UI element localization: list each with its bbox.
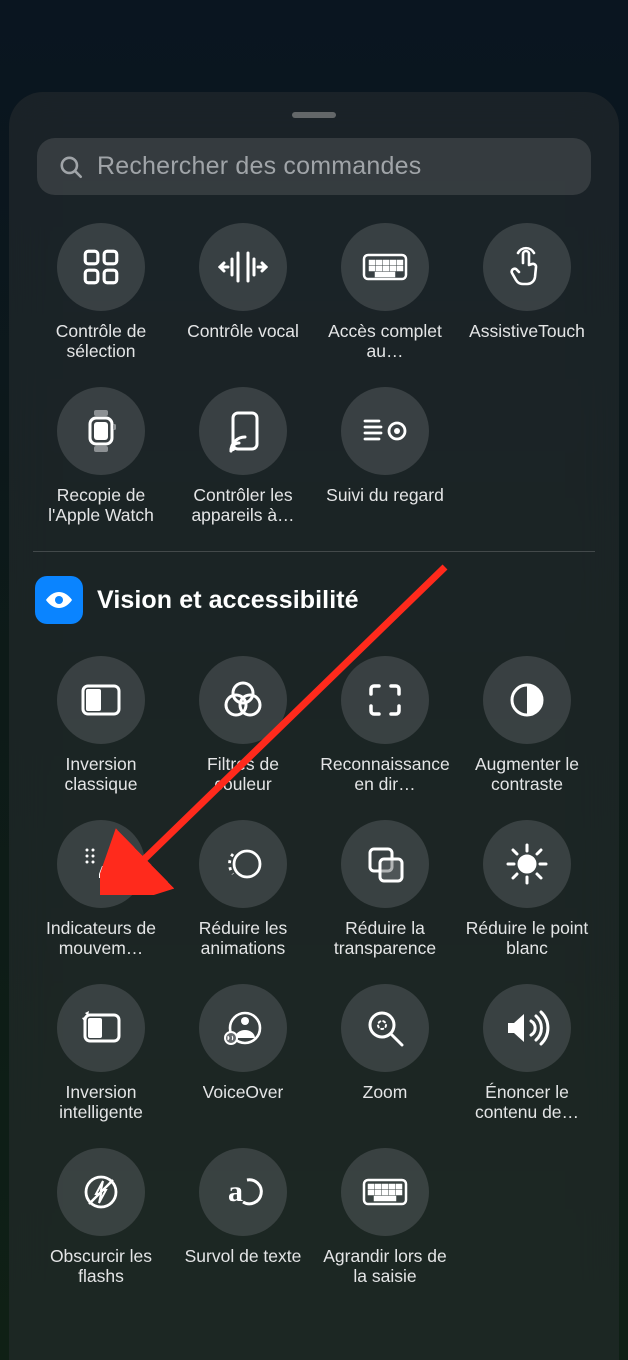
control-classic-invert[interactable]: Inversion classique: [33, 646, 169, 804]
item-label: Réduire la transparence: [319, 918, 451, 958]
item-label: Suivi du regard: [326, 485, 444, 505]
control-smart-invert[interactable]: Inversion intelligente: [33, 974, 169, 1132]
item-label: VoiceOver: [203, 1082, 284, 1102]
section-header-vision: Vision et accessibilité: [29, 576, 599, 624]
item-label: Agrandir lors de la saisie: [319, 1246, 451, 1286]
item-label: Contrôler les appareils à…: [177, 485, 309, 525]
control-reduce-motion[interactable]: Réduire les animations: [175, 810, 311, 968]
item-label: Énoncer le contenu de…: [461, 1082, 593, 1122]
control-dim-flashing-lights[interactable]: Obscurcir les flashs: [33, 1138, 169, 1296]
item-label: Contrôle de sélection: [35, 321, 167, 361]
hand-tap-icon: [507, 245, 547, 289]
waveform-icon: [218, 246, 268, 288]
control-zoom[interactable]: Zoom: [317, 974, 453, 1132]
item-label: Zoom: [363, 1082, 408, 1102]
viewfinder-icon: [365, 680, 405, 720]
controls-sheet: Contrôle de sélection Contrôle vocal: [9, 92, 619, 1360]
eye-tracking-icon: [361, 413, 409, 449]
control-switch-control[interactable]: Contrôle de sélection: [33, 213, 169, 371]
control-voiceover[interactable]: VoiceOver: [175, 974, 311, 1132]
control-speak-screen[interactable]: Énoncer le contenu de…: [459, 974, 595, 1132]
control-apple-watch-mirroring[interactable]: Recopie de l'Apple Watch: [33, 377, 169, 535]
control-voice-control[interactable]: Contrôle vocal: [175, 213, 311, 371]
control-increase-contrast[interactable]: Augmenter le contraste: [459, 646, 595, 804]
item-label: Inversion classique: [35, 754, 167, 794]
grid-squares-icon: [80, 246, 122, 288]
section-title: Vision et accessibilité: [97, 586, 359, 615]
sheet-grabber[interactable]: [292, 112, 336, 118]
device-cast-icon: [225, 409, 261, 453]
item-label: AssistiveTouch: [469, 321, 585, 341]
reduce-transparency-icon: [364, 843, 406, 885]
reduce-motion-icon: [221, 844, 265, 884]
contrast-icon: [507, 680, 547, 720]
control-assistivetouch[interactable]: AssistiveTouch: [459, 213, 595, 371]
control-eye-tracking[interactable]: Suivi du regard: [317, 377, 453, 535]
top-grid: Contrôle de sélection Contrôle vocal: [29, 195, 599, 543]
zoom-icon: [364, 1007, 406, 1049]
eye-badge-icon: [35, 576, 83, 624]
control-color-filters[interactable]: Filtres de couleur: [175, 646, 311, 804]
search-bar[interactable]: [37, 138, 591, 195]
keyboard-icon: [362, 251, 408, 283]
control-hover-text[interactable]: a Survol de texte: [175, 1138, 311, 1296]
voiceover-icon: [221, 1006, 265, 1050]
control-full-keyboard-access[interactable]: Accès complet au…: [317, 213, 453, 371]
control-reduce-transparency[interactable]: Réduire la transparence: [317, 810, 453, 968]
item-label: Augmenter le contraste: [461, 754, 593, 794]
control-live-recognition[interactable]: Reconnaissance en dir…: [317, 646, 453, 804]
item-label: Accès complet au…: [319, 321, 451, 361]
classic-invert-icon: [79, 682, 123, 718]
control-motion-cues[interactable]: Indicateurs de mouvem…: [33, 810, 169, 968]
sun-icon: [505, 842, 549, 886]
hover-text-icon: a: [222, 1171, 264, 1213]
item-label: Inversion intelligente: [35, 1082, 167, 1122]
control-reduce-white-point[interactable]: Réduire le point blanc: [459, 810, 595, 968]
item-label: Contrôle vocal: [187, 321, 299, 341]
item-label: Réduire les animations: [177, 918, 309, 958]
keyboard-magnify-icon: [362, 1176, 408, 1208]
section-divider: [33, 551, 595, 552]
search-icon: [57, 153, 85, 181]
dim-flash-icon: [81, 1172, 121, 1212]
control-control-nearby-devices[interactable]: Contrôler les appareils à…: [175, 377, 311, 535]
item-label: Indicateurs de mouvem…: [35, 918, 167, 958]
speaker-icon: [504, 1009, 550, 1047]
item-label: Obscurcir les flashs: [35, 1246, 167, 1286]
item-label: Recopie de l'Apple Watch: [35, 485, 167, 525]
smart-invert-icon: [79, 1009, 123, 1047]
apple-watch-icon: [83, 408, 119, 454]
item-label: Filtres de couleur: [177, 754, 309, 794]
item-label: Reconnaissance en dir…: [319, 754, 451, 794]
control-hover-typing[interactable]: Agrandir lors de la saisie: [317, 1138, 453, 1296]
item-label: Survol de texte: [185, 1246, 302, 1266]
search-input[interactable]: [97, 152, 571, 181]
color-filters-icon: [221, 679, 265, 721]
vision-grid: Inversion classique Filtres de couleur R…: [29, 628, 599, 1304]
item-label: Réduire le point blanc: [461, 918, 593, 958]
car-motion-icon: [79, 844, 123, 884]
svg-text:a: a: [228, 1175, 243, 1208]
